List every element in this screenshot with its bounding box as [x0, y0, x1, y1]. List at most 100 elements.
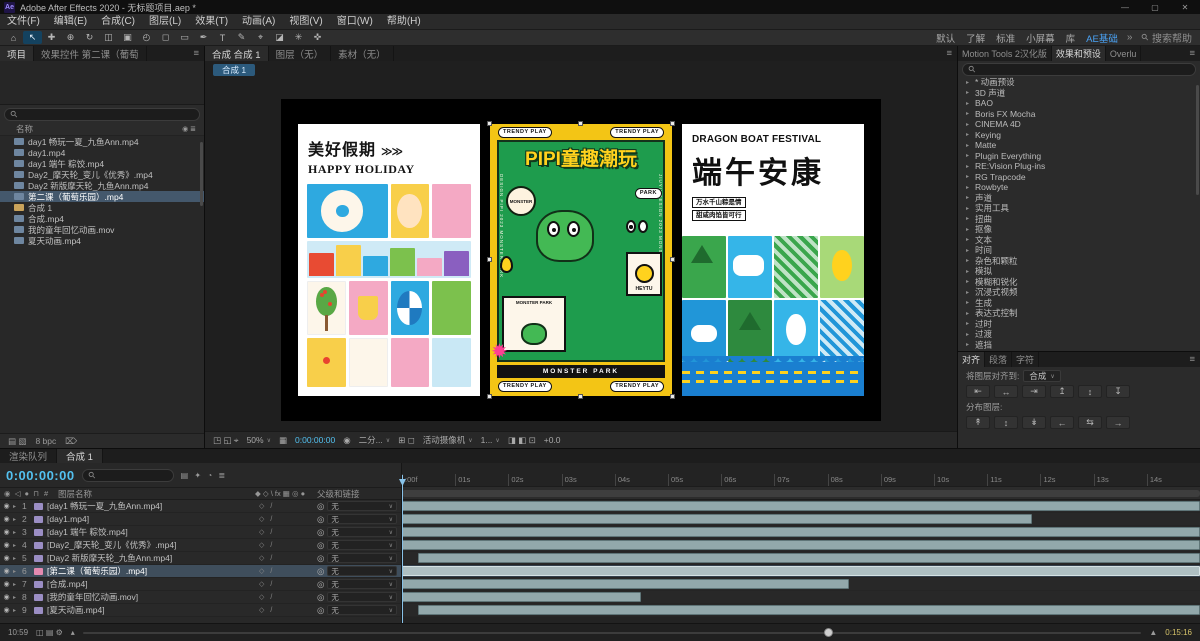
layer-duration-bar[interactable] — [402, 566, 1200, 576]
selection-handle[interactable] — [578, 394, 583, 399]
effect-category[interactable]: ▸ 抠像 — [958, 224, 1200, 235]
zoom-out-mountain-icon[interactable]: ▴ — [71, 628, 75, 637]
expand-icon[interactable]: ▸ — [966, 320, 972, 327]
layer-name[interactable]: [我的童年回忆动画.mov] — [47, 591, 259, 603]
camera-select[interactable]: 活动摄像机∨ — [423, 434, 473, 446]
timeline-tab[interactable]: 渲染队列 — [0, 449, 57, 463]
layer-row[interactable]: ◉ ▸ 2 [day1.mp4] ◇ / ◎ 无∨ — [0, 513, 401, 526]
layer-label-color[interactable] — [34, 542, 43, 549]
pickwhip-icon[interactable]: ◎ — [317, 514, 324, 525]
timeline-view-icons[interactable]: ▤ ✦ ◔ ≣ — [181, 471, 227, 480]
selection-handle[interactable] — [487, 394, 492, 399]
track-row[interactable] — [402, 565, 1200, 578]
workspace-tab[interactable]: 默认 — [931, 31, 960, 45]
parent-select[interactable]: 无∨ — [327, 514, 397, 524]
effects-search-input[interactable]: ⚲ — [962, 63, 1196, 76]
layer-expand-icon[interactable]: ▸ — [13, 594, 22, 601]
trash-icon[interactable]: ⌦ — [65, 436, 77, 447]
workspace-overflow-icon[interactable]: » — [1123, 32, 1137, 43]
align-right-button[interactable]: ⇥ — [1022, 385, 1046, 398]
effect-category[interactable]: ▸ Rowbyte — [958, 182, 1200, 193]
panel-menu-icon[interactable]: ≡ — [1184, 46, 1200, 61]
parent-select[interactable]: 无∨ — [327, 553, 397, 563]
layer-duration-bar[interactable] — [418, 553, 1200, 563]
pan-camera-tool[interactable]: ◫ — [99, 31, 118, 44]
layer-expand-icon[interactable]: ▸ — [13, 503, 22, 510]
layer-row[interactable]: ◉ ▸ 8 [我的童年回忆动画.mov] ◇ / ◎ 无∨ — [0, 591, 401, 604]
panel-menu-icon[interactable]: ≡ — [941, 46, 957, 61]
project-item[interactable]: 第二课（葡萄乐园）.mp4 — [0, 191, 204, 202]
expand-icon[interactable]: ▸ — [966, 268, 972, 275]
layer-expand-icon[interactable]: ▸ — [13, 542, 22, 549]
snapshot-icon[interactable]: ◉ — [343, 435, 350, 446]
selection-handle[interactable] — [670, 121, 675, 126]
effect-category[interactable]: ▸ CINEMA 4D — [958, 119, 1200, 130]
panel-tab[interactable]: 图层（无） — [269, 46, 332, 61]
layer-visibility-toggle[interactable]: ◉ — [0, 554, 13, 562]
pickwhip-icon[interactable]: ◎ — [317, 527, 324, 538]
align-center-horizontal-button[interactable]: ↔ — [994, 385, 1018, 398]
distribute-horizontal-button[interactable]: ⇆ — [1078, 416, 1102, 429]
resolution-select[interactable]: 二分...∨ — [359, 434, 391, 446]
layer-duration-bar[interactable] — [402, 540, 1200, 550]
timeline-search-input[interactable]: ⚲ — [82, 469, 174, 482]
rotation-tool[interactable]: ◴ — [137, 31, 156, 44]
layer-duration-bar[interactable] — [402, 527, 1200, 537]
selected-layer-wrapper[interactable]: TRENDY PLAY TRENDY PLAY PIPI童趣潮玩 DESIGN … — [490, 124, 672, 396]
shape-tool[interactable]: ▭ — [175, 31, 194, 44]
panel-tab[interactable]: 字符 — [1012, 352, 1039, 367]
layer-expand-icon[interactable]: ▸ — [13, 607, 22, 614]
layer-switches[interactable]: ◇ / — [259, 515, 317, 523]
track-row[interactable] — [402, 578, 1200, 591]
project-item[interactable]: 合成 1 — [0, 202, 204, 213]
current-time-display[interactable]: 0:00:00:00 — [6, 468, 75, 483]
layer-row[interactable]: ◉ ▸ 9 [夏天动画.mp4] ◇ / ◎ 无∨ — [0, 604, 401, 617]
selection-handle[interactable] — [578, 121, 583, 126]
panel-tab[interactable]: 效果控件 第二课（葡萄 — [34, 46, 147, 61]
project-item[interactable]: day1 畅玩一夏_九鱼Ann.mp4 — [0, 136, 204, 147]
layer-row[interactable]: ◉ ▸ 3 [day1 端午 粽饺.mp4] ◇ / ◎ 无∨ — [0, 526, 401, 539]
menu-item[interactable]: 效果(T) — [188, 14, 235, 30]
selection-handle[interactable] — [670, 394, 675, 399]
layer-row[interactable]: ◉ ▸ 4 [Day2_摩天轮_变儿《优秀》.mp4] ◇ / ◎ 无∨ — [0, 539, 401, 552]
panel-tab[interactable]: 段落 — [985, 352, 1012, 367]
selection-handle[interactable] — [487, 257, 492, 262]
roto-brush-tool[interactable]: ✳ — [289, 31, 308, 44]
project-item[interactable]: 夏天动画.mp4 — [0, 235, 204, 246]
expand-icon[interactable]: ▸ — [966, 310, 972, 317]
layer-duration-bar[interactable] — [402, 592, 641, 602]
effect-category[interactable]: ▸ 实用工具 — [958, 203, 1200, 214]
pen-tool[interactable]: ✒ — [194, 31, 213, 44]
effect-category[interactable]: ▸ 表达式控制 — [958, 308, 1200, 319]
type-tool[interactable]: T — [213, 31, 232, 44]
layer-name[interactable]: [夏天动画.mp4] — [47, 604, 259, 616]
effect-category[interactable]: ▸ 过时 — [958, 319, 1200, 330]
effect-category[interactable]: ▸ 3D 声道 — [958, 88, 1200, 99]
layer-switches[interactable]: ◇ / — [259, 580, 317, 588]
clone-stamp-tool[interactable]: ⌖ — [251, 31, 270, 44]
layer-duration-bar[interactable] — [402, 514, 1032, 524]
track-row[interactable] — [402, 500, 1200, 513]
layer-name[interactable]: [第二课（葡萄乐园）.mp4] — [47, 565, 259, 577]
layer-duration-bar[interactable] — [402, 579, 849, 589]
align-center-vertical-button[interactable]: ↕ — [1078, 385, 1102, 398]
view-count-select[interactable]: 1...∨ — [481, 435, 500, 445]
zoom-tool[interactable]: ⊕ — [61, 31, 80, 44]
expand-icon[interactable]: ▸ — [966, 184, 972, 191]
comp-selector-chip[interactable]: 合成 1 — [213, 64, 255, 76]
parent-select[interactable]: 无∨ — [327, 566, 397, 576]
selection-handle[interactable] — [487, 121, 492, 126]
effect-category[interactable]: ▸ RE:Vision Plug-ins — [958, 161, 1200, 172]
expand-icon[interactable]: ▸ — [966, 236, 972, 243]
parent-select[interactable]: 无∨ — [327, 579, 397, 589]
menu-item[interactable]: 视图(V) — [282, 14, 329, 30]
menu-item[interactable]: 动画(A) — [235, 14, 282, 30]
layer-row[interactable]: ◉ ▸ 1 [day1 畅玩一夏_九鱼Ann.mp4] ◇ / ◎ 无∨ — [0, 500, 401, 513]
layer-name[interactable]: [day1.mp4] — [47, 514, 259, 524]
layer-name[interactable]: [Day2_摩天轮_变儿《优秀》.mp4] — [47, 539, 259, 551]
align-bottom-button[interactable]: ↧ — [1106, 385, 1130, 398]
expand-icon[interactable]: ▸ — [966, 110, 972, 117]
workspace-tab[interactable]: 标准 — [991, 31, 1020, 45]
effect-category[interactable]: ▸ 沉浸式视频 — [958, 287, 1200, 298]
panel-menu-icon[interactable]: ≡ — [1184, 352, 1200, 367]
